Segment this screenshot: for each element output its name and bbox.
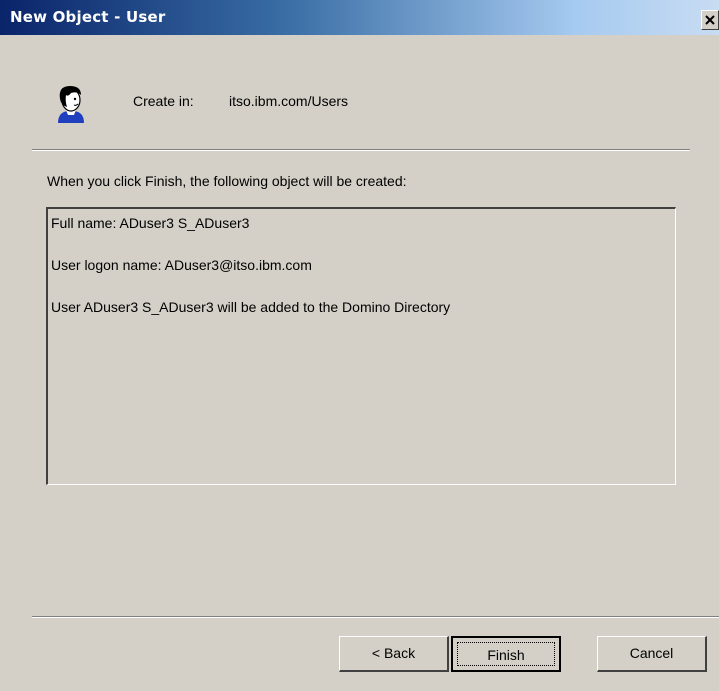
finish-button-label: Finish	[457, 642, 555, 666]
summary-line: User ADuser3 S_ADuser3 will be added to …	[51, 299, 451, 315]
dialog-title: New Object - User	[10, 8, 166, 26]
summary-line: Full name: ADuser3 S_ADuser3	[51, 215, 250, 231]
title-bar[interactable]: New Object - User	[0, 0, 719, 35]
back-button[interactable]: < Back	[339, 636, 449, 672]
close-button[interactable]	[701, 10, 719, 30]
cancel-button[interactable]: Cancel	[597, 636, 707, 672]
new-object-user-dialog: New Object - User Create in: itso.ibm.co…	[0, 0, 719, 691]
finish-button[interactable]: Finish	[451, 636, 561, 672]
header-divider	[32, 149, 690, 151]
footer-divider	[32, 616, 719, 618]
user-icon	[52, 83, 88, 123]
summary-box[interactable]: Full name: ADuser3 S_ADuser3 User logon …	[46, 207, 676, 485]
close-icon	[705, 15, 715, 25]
summary-intro-text: When you click Finish, the following obj…	[47, 173, 407, 189]
create-in-path: itso.ibm.com/Users	[229, 93, 349, 109]
summary-line: User logon name: ADuser3@itso.ibm.com	[51, 257, 312, 273]
create-in-label: Create in:	[133, 93, 194, 109]
